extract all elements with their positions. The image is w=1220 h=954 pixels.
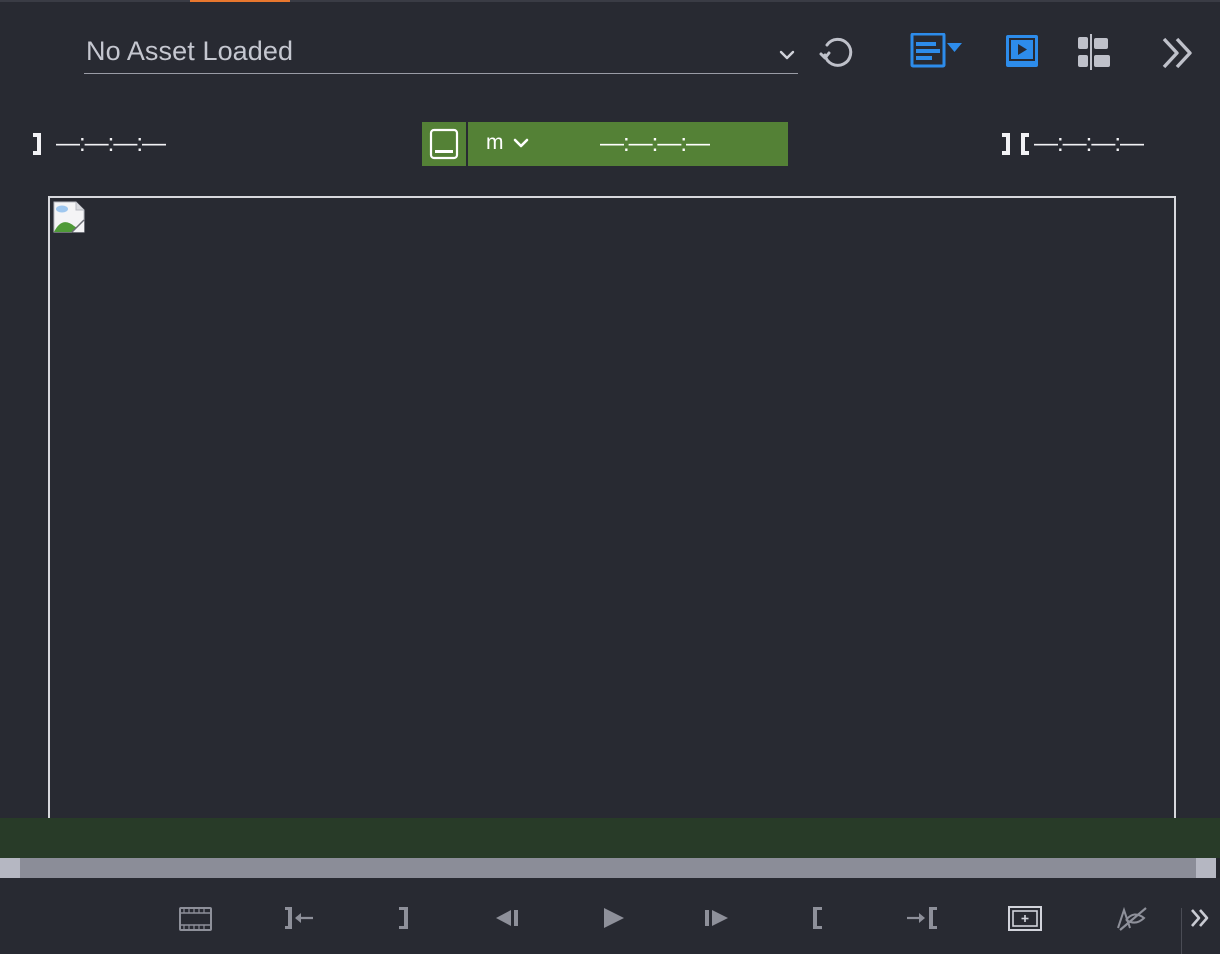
more-chevrons-icon[interactable] <box>1160 36 1196 70</box>
video-viewer[interactable] <box>48 196 1176 836</box>
scrollbar-thumb[interactable] <box>0 858 1216 878</box>
asset-dropdown[interactable]: No Asset Loaded <box>84 30 798 74</box>
captions-icon <box>429 128 459 160</box>
panel-tab-strip <box>0 0 1220 2</box>
go-to-in-icon[interactable] <box>904 902 944 934</box>
transport-divider <box>1181 908 1182 954</box>
active-tab-indicator <box>190 0 290 2</box>
in-out-brackets-icon <box>1002 133 1029 155</box>
mark-out-icon[interactable] <box>386 902 426 934</box>
in-point-value: —:—:—:— <box>56 130 166 157</box>
filmstrip-icon[interactable] <box>176 902 216 934</box>
step-back-icon[interactable] <box>490 902 530 934</box>
timeline-scrollbar[interactable] <box>0 858 1220 878</box>
align-panel-icon[interactable] <box>1074 33 1114 71</box>
current-timecode-control: m —:—:—:— <box>422 122 788 166</box>
mark-in-icon[interactable] <box>800 902 840 934</box>
timeline-track[interactable] <box>0 818 1220 858</box>
out-point-timecode[interactable]: —:—:—:— <box>1000 128 1144 160</box>
chevron-down-icon <box>779 50 795 60</box>
more-icon[interactable] <box>1186 902 1216 934</box>
play-icon[interactable] <box>594 902 634 934</box>
transport-controls <box>0 878 1220 954</box>
scrollbar-left-handle[interactable] <box>0 858 20 878</box>
timecode-display[interactable]: m —:—:—:— <box>468 122 788 166</box>
player-icon[interactable] <box>1004 33 1040 69</box>
go-to-out-icon[interactable] <box>280 902 320 934</box>
layout-dropdown-icon[interactable] <box>910 33 966 69</box>
player-panel: No Asset Loaded —:—:—:— m —:—:—:— —:—:—:… <box>0 0 1220 954</box>
captions-toggle[interactable] <box>422 122 466 166</box>
refresh-icon[interactable] <box>818 33 856 71</box>
hide-overlays-icon[interactable] <box>1110 902 1150 934</box>
in-point-timecode[interactable]: —:—:—:— <box>30 128 166 160</box>
broken-image-icon <box>53 201 85 233</box>
timecode-mode[interactable]: m <box>486 131 504 155</box>
out-point-value: —:—:—:— <box>1034 130 1144 157</box>
current-timecode-value: —:—:—:— <box>600 130 710 157</box>
scrollbar-right-handle[interactable] <box>1196 858 1216 878</box>
asset-dropdown-value: No Asset Loaded <box>86 36 294 66</box>
safe-area-icon[interactable] <box>1005 902 1045 934</box>
mark-out-bracket-icon <box>33 133 41 155</box>
chevron-down-icon[interactable] <box>513 137 529 149</box>
step-forward-icon[interactable] <box>698 902 738 934</box>
